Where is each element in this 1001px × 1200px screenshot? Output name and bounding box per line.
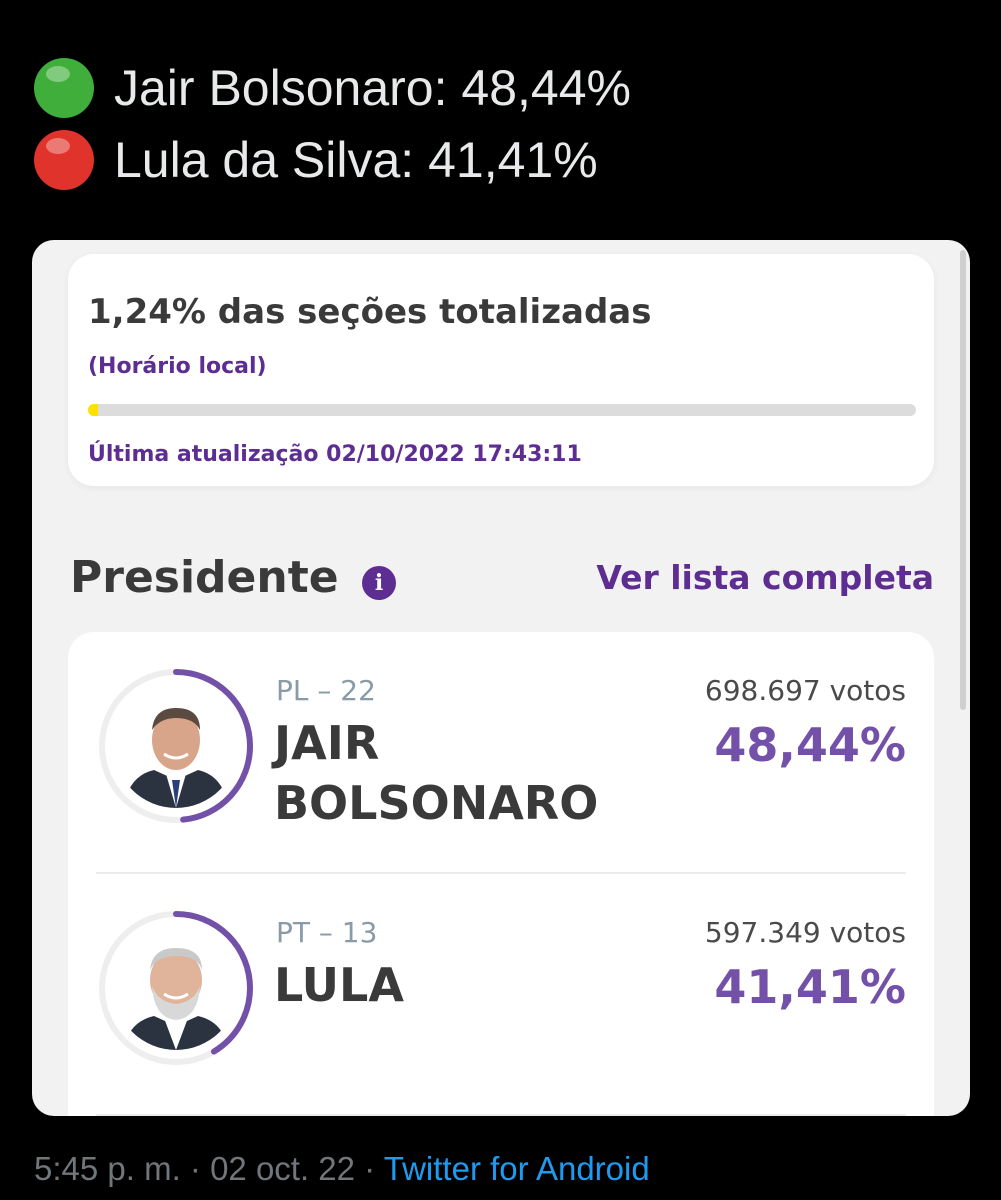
sections-totalized-text: 1,24% das seções totalizadas (88, 292, 652, 332)
candidate-row-bolsonaro[interactable]: PL – 22 JAIR BOLSONARO 698.697 votos 48,… (68, 632, 934, 872)
candidate-name-line1: LULA (274, 958, 404, 1012)
tweet-metadata: 5:45 p. m. · 02 oct. 22 · Twitter for An… (34, 1150, 650, 1188)
red-circle-icon (34, 130, 94, 190)
vote-percentage: 48,44% (714, 718, 906, 772)
tweet-source-link[interactable]: Twitter for Android (384, 1150, 650, 1187)
candidate-avatar (96, 666, 256, 826)
tweet-timestamp[interactable]: 5:45 p. m. · 02 oct. 22 · (34, 1150, 384, 1187)
green-circle-icon (34, 58, 94, 118)
bolsonaro-photo (114, 684, 238, 808)
candidate-row-lula[interactable]: PT – 13 LULA 597.349 votos 41,41% (68, 874, 934, 1114)
lula-photo (114, 926, 238, 1050)
row-divider (96, 1114, 906, 1116)
party-number: PL – 22 (276, 674, 376, 707)
tweet-line-lula: Lula da Silva: 41,41% (34, 130, 598, 190)
see-full-list-link[interactable]: Ver lista completa (596, 558, 934, 597)
candidate-avatar (96, 908, 256, 1068)
progress-fill (88, 404, 99, 416)
tweet-line-bolsonaro: Jair Bolsonaro: 48,44% (34, 58, 631, 118)
vote-count: 698.697 votos (704, 674, 906, 707)
last-update-text: Última atualização 02/10/2022 17:43:11 (88, 442, 582, 467)
tweet-line-text: Jair Bolsonaro: 48,44% (114, 60, 631, 116)
vote-percentage: 41,41% (714, 960, 906, 1014)
candidate-name-line1: JAIR (274, 716, 380, 770)
totalization-progress-bar (88, 404, 916, 416)
election-results-card: 1,24% das seções totalizadas (Horário lo… (32, 240, 970, 1116)
totalization-status-box: 1,24% das seções totalizadas (Horário lo… (68, 254, 934, 486)
party-number: PT – 13 (276, 916, 378, 949)
info-icon[interactable]: i (362, 566, 396, 600)
tweet-line-text: Lula da Silva: 41,41% (114, 132, 598, 188)
local-time-note: (Horário local) (88, 354, 267, 379)
candidate-name-line2: BOLSONARO (274, 776, 599, 830)
vote-count: 597.349 votos (704, 916, 906, 949)
candidate-list: PL – 22 JAIR BOLSONARO 698.697 votos 48,… (68, 632, 934, 1116)
scrollbar[interactable] (960, 250, 966, 710)
section-title: Presidente (70, 552, 339, 603)
